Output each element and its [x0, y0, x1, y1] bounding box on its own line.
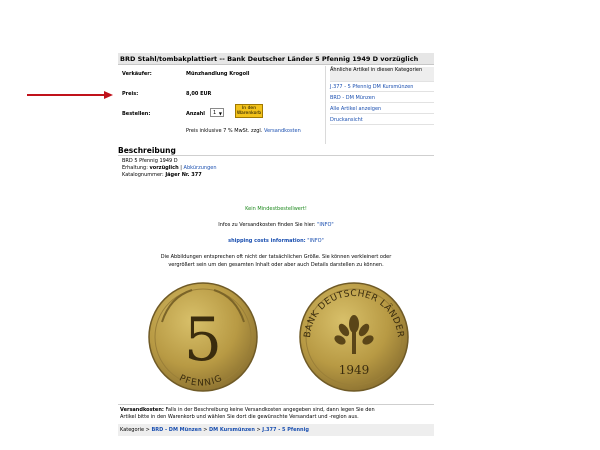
shipping-costs-link[interactable]: Versandkosten: [264, 128, 301, 134]
condition-value: vorzüglich: [149, 165, 179, 171]
shipping-costs-info-link[interactable]: "INFO": [307, 238, 324, 244]
similar-items-sidebar: Ähnliche Artikel in diesen Kategorien J.…: [325, 66, 435, 144]
shipping-note: Versandkosten: Falls in der Beschreibung…: [120, 407, 434, 413]
quantity-select[interactable]: 1 ▼: [210, 108, 224, 117]
breadcrumb-sep: >: [145, 427, 150, 433]
breadcrumb-prefix: Kategorie: [120, 427, 145, 433]
price-value: 8,00 EUR: [186, 91, 212, 97]
footer-divider: [118, 404, 434, 405]
catalog-row: Katalognummer: Jäger Nr. 377: [122, 172, 202, 178]
disclaimer-line2: vergrößert sein um den gesamten Inhalt o…: [168, 262, 384, 268]
chevron-down-icon: ▼: [218, 111, 222, 116]
sidebar-link-kursmuenzen[interactable]: J.377 - 5 Pfennig DM Kursmünzen: [330, 84, 434, 92]
breadcrumb-item-dm-muenzen[interactable]: BRD - DM Münzen: [151, 427, 201, 433]
shipping-info-text: Infos zu Versandkosten finden Sie hier:: [218, 222, 316, 228]
coin-images: 5 PFENNIG BANK DEUTSCHER LÄNDER 1949: [148, 282, 409, 392]
tax-note-text: Preis inklusive 7 % MwSt. zzgl.: [186, 128, 263, 134]
reverse-year: 1949: [339, 363, 370, 377]
sidebar-link-dm-muenzen[interactable]: BRD - DM Münzen: [330, 95, 434, 103]
description-header: Beschreibung: [118, 146, 176, 155]
shipping-note-text1: Falls in der Beschreibung keine Versandk…: [165, 407, 375, 413]
disclaimer-line1: Die Abbildungen entsprechen oft nicht de…: [160, 254, 392, 260]
catalog-label: Katalognummer:: [122, 172, 164, 178]
coin-reverse: BANK DEUTSCHER LÄNDER 1949: [299, 282, 409, 392]
item-details-panel: Verkäufer: Münzhandlung Krogoll Preis: 8…: [118, 66, 323, 144]
shipping-note-text2: Artikel bitte in den Warenkorb und wähle…: [120, 414, 359, 420]
condition-row: Erhaltung: vorzüglich | Abkürzungen: [122, 165, 217, 171]
obverse-denomination: 5: [184, 305, 222, 375]
sidebar-header: Ähnliche Artikel in diesen Kategorien: [330, 67, 434, 82]
shipping-costs-row: shipping costs information: "INFO": [118, 238, 434, 244]
breadcrumb-item-kursmuenzen[interactable]: DM Kursmünzen: [209, 427, 255, 433]
order-label: Bestellen:: [122, 111, 151, 117]
breadcrumb-item-5-pfennig[interactable]: J.377 - 5 Pfennig: [262, 427, 309, 433]
item-title: BRD Stahl/tombakplattiert -- Bank Deutsc…: [118, 53, 434, 65]
no-minimum-order: Kein Mindestbestellwert!: [245, 206, 307, 212]
seller-value: Münzhandlung Krogoll: [186, 71, 250, 77]
catalog-value: Jäger Nr. 377: [165, 172, 202, 178]
breadcrumb: Kategorie > BRD - DM Münzen > DM Kursmün…: [118, 424, 434, 436]
price-label: Preis:: [122, 91, 139, 97]
annotation-arrow-head-icon: [104, 91, 113, 99]
quantity-label: Anzahl: [186, 111, 205, 117]
breadcrumb-sep: >: [203, 427, 208, 433]
description-divider: [118, 155, 434, 156]
sidebar-link-print-view[interactable]: Druckansicht: [330, 117, 434, 125]
annotation-arrow-line: [27, 94, 107, 96]
shipping-costs-label: shipping costs information:: [228, 238, 306, 244]
separator: |: [180, 165, 182, 171]
coin-obverse: 5 PFENNIG: [148, 282, 258, 392]
seller-label: Verkäufer:: [122, 71, 152, 77]
condition-label: Erhaltung:: [122, 165, 148, 171]
add-to-cart-button[interactable]: In den Warenkorb: [235, 104, 263, 118]
breadcrumb-sep: >: [256, 427, 261, 433]
abbreviations-link[interactable]: Abkürzungen: [184, 165, 217, 171]
shipping-info-row: Infos zu Versandkosten finden Sie hier: …: [118, 222, 434, 228]
quantity-value: 1: [213, 110, 217, 116]
description-line1: BRD 5 Pfennig 1949 D: [122, 158, 178, 164]
sidebar-link-all-items[interactable]: Alle Artikel anzeigen: [330, 106, 434, 114]
shipping-note-label: Versandkosten:: [120, 407, 164, 413]
shipping-info-link[interactable]: "INFO": [317, 222, 334, 228]
tax-note: Preis inklusive 7 % MwSt. zzgl. Versandk…: [186, 128, 301, 134]
cart-button-line2: Warenkorb: [236, 111, 262, 116]
